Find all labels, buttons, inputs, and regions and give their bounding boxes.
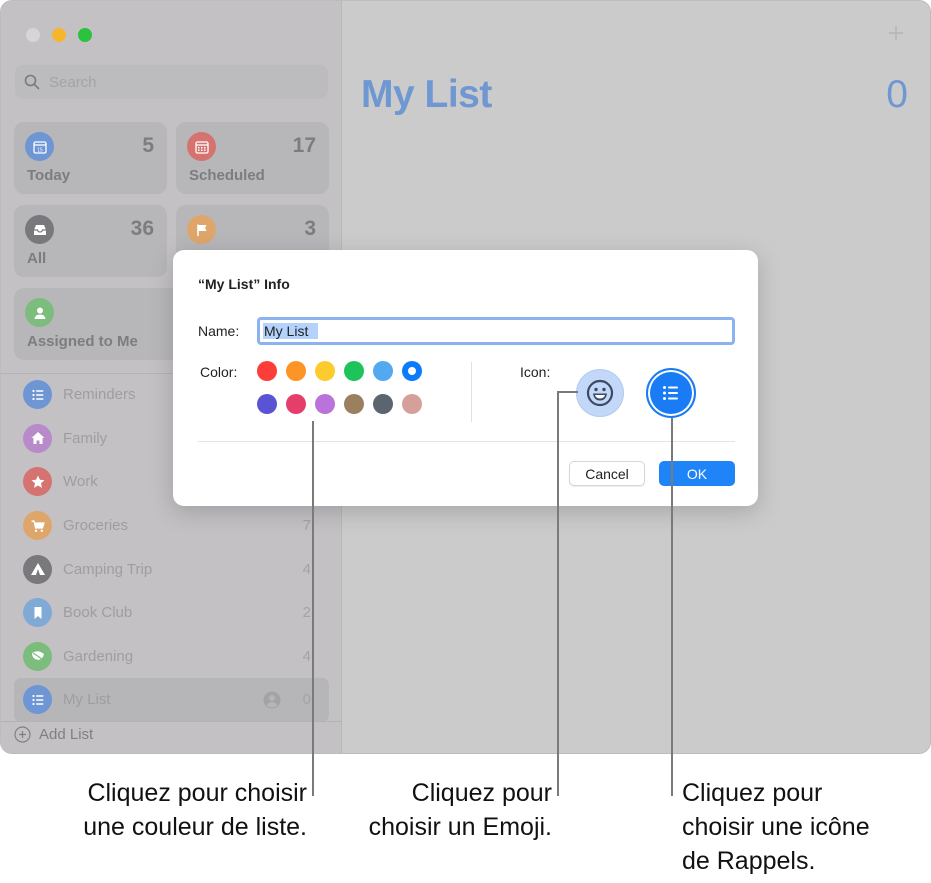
dialog-horizontal-divider — [198, 441, 735, 442]
search-field[interactable] — [15, 65, 328, 99]
maximize-button[interactable] — [78, 28, 92, 42]
name-field[interactable] — [257, 317, 735, 345]
smart-list-count: 17 — [292, 134, 316, 157]
smart-list-label: All — [27, 250, 47, 267]
list-icon — [663, 386, 678, 400]
callout-line: Cliquez pour — [411, 779, 552, 807]
color-swatch-brown[interactable] — [344, 394, 364, 414]
list-item-book-club[interactable]: Book Club 2 — [14, 591, 329, 635]
bookmark-icon — [23, 598, 52, 628]
color-swatch-purple[interactable] — [315, 394, 335, 414]
reminders-icon-button[interactable] — [646, 368, 696, 418]
leaf-icon — [23, 641, 52, 671]
list-name: Gardening — [63, 647, 134, 665]
house-icon — [23, 423, 52, 453]
search-icon — [24, 74, 40, 90]
color-swatch-orange[interactable] — [286, 361, 306, 381]
smart-list-all[interactable]: 36 All — [14, 205, 167, 277]
list-name: Work — [63, 473, 98, 491]
list-count: 7 — [302, 517, 311, 535]
callout-line-emoji — [557, 391, 559, 796]
smart-list-count: 5 — [142, 134, 154, 157]
callout-line: Cliquez pour — [682, 779, 823, 807]
list-count: 0 — [302, 691, 311, 709]
dialog-vertical-divider — [471, 362, 472, 422]
tray-icon — [25, 215, 54, 244]
name-label: Name: — [198, 323, 240, 339]
add-list-button[interactable]: Add List — [14, 726, 93, 743]
close-button[interactable] — [26, 28, 40, 42]
add-list-label: Add List — [39, 726, 94, 743]
name-input[interactable] — [263, 323, 318, 339]
callout-emoji: Cliquez pour choisir un Emoji. — [336, 776, 552, 844]
smiley-icon — [586, 379, 614, 407]
list-name: Family — [63, 429, 108, 447]
list-name: Book Club — [63, 604, 133, 622]
flag-icon — [187, 215, 216, 244]
list-item-my-list[interactable]: My List 0 — [14, 678, 329, 722]
smart-list-scheduled[interactable]: 17 Scheduled — [176, 122, 329, 194]
list-icon — [23, 380, 52, 410]
shared-person-icon — [263, 691, 281, 709]
list-icon — [23, 685, 52, 715]
color-swatch-blue[interactable] — [402, 361, 422, 381]
star-icon — [23, 467, 52, 497]
smart-list-label: Scheduled — [189, 167, 265, 184]
smart-list-label: Assigned to Me — [27, 333, 138, 350]
tent-icon — [23, 554, 52, 584]
calendar-today-icon: 15 — [25, 132, 54, 161]
search-input[interactable] — [49, 73, 309, 91]
color-swatch-light-blue[interactable] — [373, 361, 393, 381]
calendar-scheduled-icon — [187, 132, 216, 161]
person-icon — [25, 298, 54, 327]
list-item-camping-trip[interactable]: Camping Trip 4 — [14, 547, 329, 591]
list-count: 4 — [302, 560, 311, 578]
smart-list-label: Today — [27, 167, 71, 184]
dialog-title: “My List” Info — [198, 276, 290, 292]
list-name: Groceries — [63, 517, 129, 535]
window-controls — [26, 28, 92, 42]
callout-line-color — [312, 421, 314, 796]
cancel-button[interactable]: Cancel — [569, 461, 645, 486]
color-swatch-red[interactable] — [257, 361, 277, 381]
add-circle-icon — [14, 726, 31, 743]
callout-reminders-icon: Cliquez pour choisir une icône de Rappel… — [682, 776, 922, 878]
callout-line: choisir un Emoji. — [368, 813, 552, 841]
list-count: 4 — [302, 647, 311, 665]
color-swatch-indigo[interactable] — [257, 394, 277, 414]
smart-list-count: 36 — [130, 217, 154, 240]
callout-line-icon — [671, 418, 673, 796]
list-name: Reminders — [63, 386, 136, 404]
cart-icon — [23, 511, 52, 541]
color-swatch-rose[interactable] — [402, 394, 422, 414]
minimize-button[interactable] — [52, 28, 66, 42]
color-swatch-yellow[interactable] — [315, 361, 335, 381]
color-label: Color: — [200, 364, 238, 380]
callout-line: de Rappels. — [682, 847, 816, 875]
emoji-picker-button[interactable] — [576, 369, 624, 417]
smart-list-count: 3 — [304, 217, 316, 240]
color-swatch-dark-gray[interactable] — [373, 394, 393, 414]
list-item-groceries[interactable]: Groceries 7 — [14, 504, 329, 548]
list-total-count: 0 — [886, 73, 908, 116]
add-reminder-icon[interactable] — [886, 23, 906, 43]
list-item-gardening[interactable]: Gardening 4 — [14, 635, 329, 679]
stage: 15 5 Today 17 Scheduled 36 — [0, 0, 931, 883]
callout-color: Cliquez pour choisir une couleur de list… — [40, 776, 307, 844]
list-name: My List — [63, 691, 111, 709]
color-swatch-pink[interactable] — [286, 394, 306, 414]
sidebar-footer-divider — [1, 721, 342, 722]
icon-label: Icon: — [520, 364, 551, 380]
list-count: 2 — [302, 604, 311, 622]
smart-list-today[interactable]: 15 5 Today — [14, 122, 167, 194]
list-name: Camping Trip — [63, 560, 153, 578]
callout-line: une couleur de liste. — [83, 813, 307, 841]
callout-line: Cliquez pour choisir — [87, 779, 307, 807]
callout-line-emoji-horizontal — [557, 391, 578, 393]
color-swatch-green[interactable] — [344, 361, 364, 381]
callout-line: choisir une icône — [682, 813, 870, 841]
list-title: My List — [361, 73, 492, 116]
svg-text:15: 15 — [37, 147, 43, 153]
